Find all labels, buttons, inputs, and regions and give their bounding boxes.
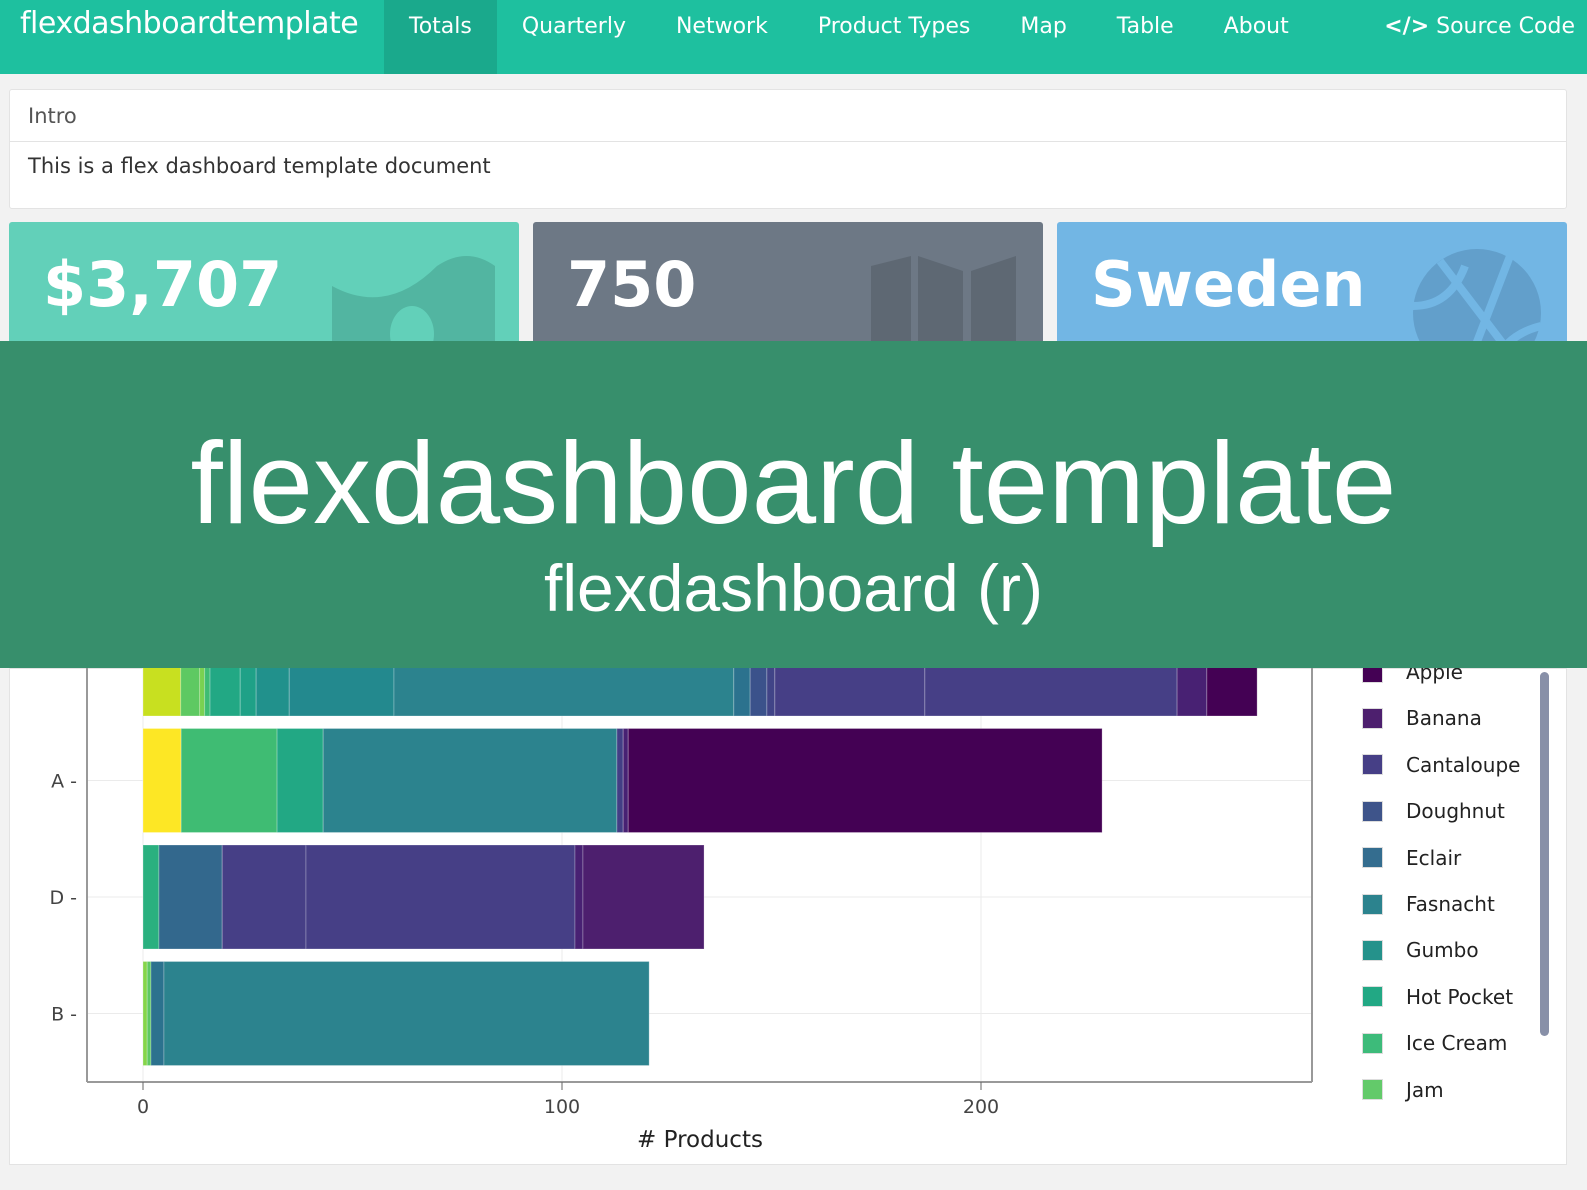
legend-item[interactable]: Fasnacht	[1362, 892, 1495, 916]
bar-segment	[305, 844, 576, 950]
legend-swatch	[1362, 707, 1383, 729]
x-axis-title: # Products	[637, 1127, 763, 1153]
legend-item[interactable]: Cantaloupe	[1362, 753, 1520, 777]
legend-swatch	[1362, 1079, 1383, 1101]
y-tick-label: B -	[51, 1004, 77, 1026]
legend-item[interactable]: Jam	[1362, 1078, 1444, 1102]
bar-segment	[322, 728, 618, 833]
legend-swatch	[1362, 847, 1383, 869]
legend-item[interactable]: Gumbo	[1362, 938, 1479, 962]
legend-swatch	[1362, 986, 1383, 1008]
legend-scrollbar[interactable]	[1540, 672, 1549, 1036]
legend-swatch	[1362, 754, 1383, 776]
y-tick-label: D -	[49, 887, 77, 909]
legend-swatch	[1362, 893, 1383, 915]
legend-item[interactable]: Eclair	[1362, 846, 1461, 870]
bar-segment	[142, 844, 160, 950]
legend-item[interactable]: Hot Pocket	[1362, 985, 1513, 1009]
legend-item[interactable]: Ice Cream	[1362, 1031, 1507, 1055]
bar-segment	[276, 728, 324, 833]
y-tick-label: A -	[51, 771, 77, 793]
bar-segment	[180, 728, 278, 833]
bar-segment	[582, 844, 705, 950]
legend-label: Eclair	[1406, 845, 1462, 870]
bar-segment	[158, 844, 223, 950]
legend-label: Jam	[1406, 1077, 1444, 1102]
x-tick-label: 200	[963, 1096, 999, 1118]
banner-title: flexdashboard template	[190, 418, 1397, 548]
banner-subtitle: flexdashboard (r)	[544, 551, 1043, 625]
legend-label: Banana	[1406, 706, 1482, 731]
bar-segment	[574, 844, 584, 950]
x-tick-label: 0	[137, 1096, 149, 1118]
legend-label: Cantaloupe	[1406, 752, 1521, 777]
legend-label: Doughnut	[1406, 799, 1505, 824]
bar-segment	[146, 961, 152, 1066]
bar-segment	[163, 961, 650, 1066]
legend-swatch	[1362, 1032, 1383, 1054]
title-banner: flexdashboard template flexdashboard (r)	[0, 341, 1587, 668]
x-tick-label: 100	[544, 1096, 580, 1118]
legend-label: Hot Pocket	[1406, 984, 1514, 1009]
bar-segment	[616, 728, 624, 833]
bar-segment	[150, 961, 165, 1066]
legend-swatch	[1362, 939, 1383, 961]
bar-segment	[627, 728, 1103, 833]
bar-segment	[221, 844, 307, 950]
bar-segment	[622, 728, 629, 833]
legend-label: Gumbo	[1406, 938, 1479, 963]
legend-item[interactable]: Doughnut	[1362, 799, 1505, 823]
bar-segment	[142, 961, 148, 1066]
legend-item[interactable]: Banana	[1362, 706, 1482, 730]
legend-swatch	[1362, 800, 1383, 822]
bar-segment	[142, 728, 182, 833]
legend-label: Ice Cream	[1406, 1031, 1508, 1056]
legend-label: Fasnacht	[1406, 892, 1495, 916]
